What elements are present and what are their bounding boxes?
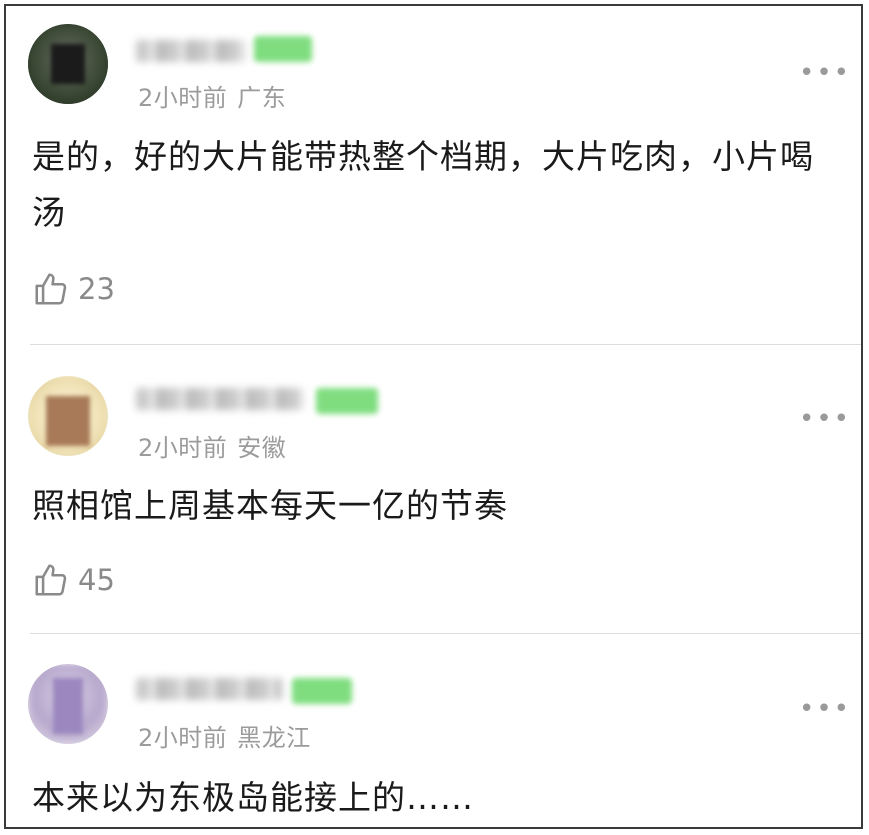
thumbs-up-icon xyxy=(35,273,67,305)
like-button[interactable]: 45 xyxy=(32,560,115,600)
comment-meta: 2小时前 广东 xyxy=(138,78,286,113)
username-redacted[interactable] xyxy=(136,678,282,700)
avatar[interactable] xyxy=(28,376,108,456)
comment-location: 广东 xyxy=(237,84,287,112)
thumbs-up-icon xyxy=(35,564,67,596)
comment-text: 照相馆上周基本每天一亿的节奏 xyxy=(32,486,508,525)
comment-meta: 2小时前 黑龙江 xyxy=(138,718,311,753)
avatar[interactable] xyxy=(28,664,108,744)
username-redacted[interactable] xyxy=(136,388,304,410)
comment-text: 本来以为东极岛能接上的…… xyxy=(32,778,474,817)
comment-item: 2小时前 黑龙江 ••• 本来以为东极岛能接上的…… xyxy=(6,634,861,827)
more-dots-icon[interactable]: ••• xyxy=(799,696,851,722)
more-dots-icon[interactable]: ••• xyxy=(799,60,851,86)
user-badge-redacted xyxy=(316,388,378,414)
more-dots-icon[interactable]: ••• xyxy=(799,406,851,432)
comment-location: 安徽 xyxy=(237,434,287,462)
comment-time: 2小时前 xyxy=(138,434,228,462)
comment-list: 2小时前 广东 ••• 是的，好的大片能带热整个档期，大片吃肉，小片喝汤 23 2… xyxy=(4,4,863,829)
comment-item: 2小时前 广东 ••• 是的，好的大片能带热整个档期，大片吃肉，小片喝汤 23 xyxy=(6,6,861,346)
like-count: 45 xyxy=(78,563,115,597)
avatar[interactable] xyxy=(28,24,108,104)
comment-item: 2小时前 安徽 ••• 照相馆上周基本每天一亿的节奏 45 xyxy=(6,346,861,632)
comment-location: 黑龙江 xyxy=(237,724,311,752)
divider xyxy=(30,344,861,345)
comment-text: 是的，好的大片能带热整个档期，大片吃肉，小片喝汤 xyxy=(32,137,814,232)
comment-time: 2小时前 xyxy=(138,84,228,112)
like-button[interactable]: 23 xyxy=(32,269,115,309)
user-badge-redacted xyxy=(292,678,352,704)
comment-time: 2小时前 xyxy=(138,724,228,752)
like-count: 23 xyxy=(78,272,115,306)
user-badge-redacted xyxy=(254,36,312,62)
username-redacted[interactable] xyxy=(136,40,246,62)
comment-meta: 2小时前 安徽 xyxy=(138,428,286,463)
